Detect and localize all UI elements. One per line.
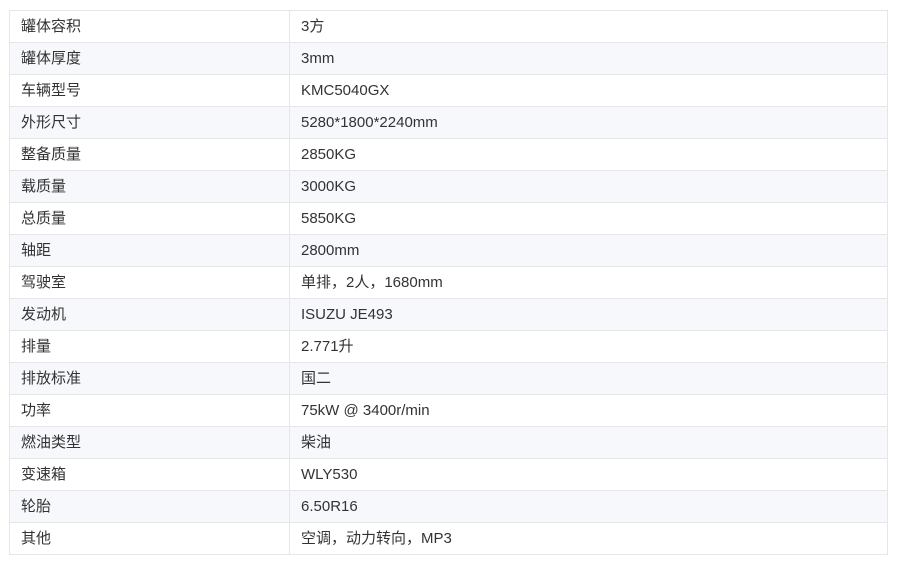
table-row: 驾驶室 单排，2人，1680mm [9, 266, 888, 299]
spec-value: KMC5040GX [289, 74, 888, 107]
spec-key: 轮胎 [9, 490, 290, 523]
spec-key: 轴距 [9, 234, 290, 267]
spec-value: 3000KG [289, 170, 888, 203]
spec-key: 罐体容积 [9, 10, 290, 43]
table-row: 变速箱 WLY530 [9, 458, 888, 491]
spec-value: 5850KG [289, 202, 888, 235]
table-row: 罐体容积 3方 [9, 10, 888, 43]
spec-value: 5280*1800*2240mm [289, 106, 888, 139]
spec-value: 75kW @ 3400r/min [289, 394, 888, 427]
spec-key: 发动机 [9, 298, 290, 331]
table-row: 外形尺寸 5280*1800*2240mm [9, 106, 888, 139]
table-row: 排放标准 国二 [9, 362, 888, 395]
spec-key: 载质量 [9, 170, 290, 203]
spec-value: 6.50R16 [289, 490, 888, 523]
spec-key: 其他 [9, 522, 290, 555]
spec-value: 国二 [289, 362, 888, 395]
spec-value: 2850KG [289, 138, 888, 171]
spec-key: 罐体厚度 [9, 42, 290, 75]
table-row: 发动机 ISUZU JE493 [9, 298, 888, 331]
table-row: 整备质量 2850KG [9, 138, 888, 171]
spec-key: 排量 [9, 330, 290, 363]
spec-value: WLY530 [289, 458, 888, 491]
spec-value: ISUZU JE493 [289, 298, 888, 331]
spec-value: 空调，动力转向，MP3 [289, 522, 888, 555]
table-row: 燃油类型 柴油 [9, 426, 888, 459]
spec-key: 外形尺寸 [9, 106, 290, 139]
spec-key: 车辆型号 [9, 74, 290, 107]
spec-key: 驾驶室 [9, 266, 290, 299]
spec-key: 变速箱 [9, 458, 290, 491]
spec-value: 2800mm [289, 234, 888, 267]
spec-table: 罐体容积 3方 罐体厚度 3mm 车辆型号 KMC5040GX 外形尺寸 528… [9, 10, 888, 555]
table-row: 车辆型号 KMC5040GX [9, 74, 888, 107]
spec-value: 单排，2人，1680mm [289, 266, 888, 299]
spec-value: 2.771升 [289, 330, 888, 363]
spec-key: 总质量 [9, 202, 290, 235]
spec-value: 3方 [289, 10, 888, 43]
table-row: 功率 75kW @ 3400r/min [9, 394, 888, 427]
table-row: 轴距 2800mm [9, 234, 888, 267]
table-row: 载质量 3000KG [9, 170, 888, 203]
spec-value: 3mm [289, 42, 888, 75]
spec-key: 燃油类型 [9, 426, 290, 459]
table-row: 排量 2.771升 [9, 330, 888, 363]
spec-key: 整备质量 [9, 138, 290, 171]
table-row: 其他 空调，动力转向，MP3 [9, 522, 888, 555]
table-row: 罐体厚度 3mm [9, 42, 888, 75]
spec-key: 功率 [9, 394, 290, 427]
spec-value: 柴油 [289, 426, 888, 459]
table-row: 总质量 5850KG [9, 202, 888, 235]
spec-key: 排放标准 [9, 362, 290, 395]
table-row: 轮胎 6.50R16 [9, 490, 888, 523]
